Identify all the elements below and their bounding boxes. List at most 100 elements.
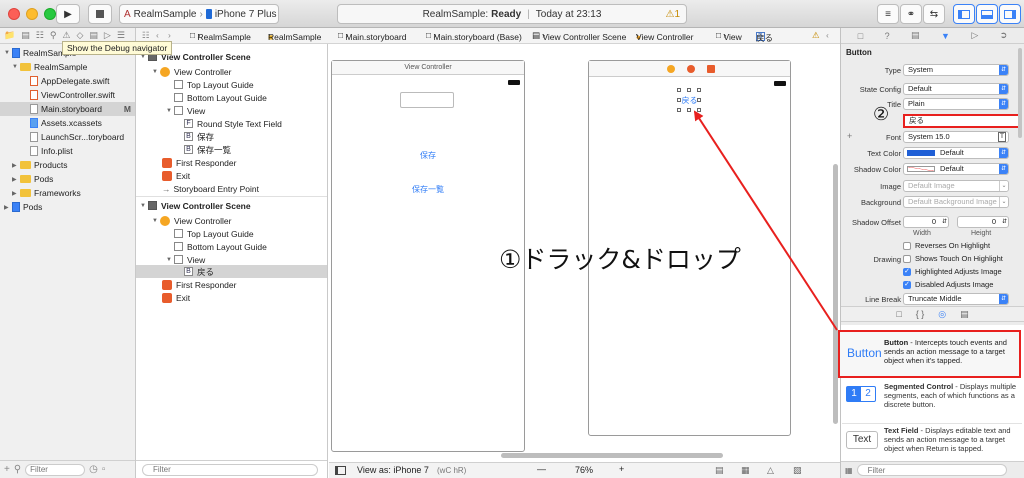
reverses-on-highlight-checkbox[interactable]: Reverses On Highlight (903, 241, 990, 250)
file-template-icon[interactable]: □ (896, 309, 901, 319)
scheme-selector[interactable]: A RealmSample › iPhone 7 Plus (119, 4, 279, 24)
code-snippet-icon[interactable]: { } (916, 309, 925, 319)
background-image-field[interactable]: Default Background Image ⌄ (903, 196, 1009, 208)
view-as-label[interactable]: View as: iPhone 7 (357, 465, 429, 475)
nav-item-infoplist[interactable]: Info.plist (0, 144, 135, 158)
outline-button-back[interactable]: B 戻る (136, 265, 327, 278)
nav-item-group-realmsample[interactable]: ▼ RealmSample (0, 60, 135, 74)
identity-inspector-icon[interactable]: ▤ (911, 30, 920, 41)
stepper-icon[interactable]: ⇵ (942, 217, 947, 227)
issue-nav-icon[interactable]: ⚠ (62, 30, 70, 41)
version-editor-button[interactable]: ⇆ (923, 4, 945, 24)
font-picker-icon[interactable]: T (998, 132, 1006, 142)
grid-view-icon[interactable]: ▦ (845, 466, 853, 475)
file-inspector-icon[interactable]: □ (858, 31, 863, 41)
outline-textfield[interactable]: F Round Style Text Field (184, 117, 282, 130)
nav-item-products[interactable]: ▶ Products (0, 158, 135, 172)
back-button[interactable]: 戻る (681, 95, 698, 106)
breadcrumb-base[interactable]: □ Main.storyboard (Base) › (426, 30, 522, 42)
outline-bottom-guide-2[interactable]: Bottom Layout Guide (174, 240, 267, 253)
outline-first-responder-2[interactable]: First Responder (162, 278, 236, 291)
toggle-utilities-button[interactable] (999, 4, 1021, 24)
interface-builder-canvas[interactable]: View Controller 保存 保存一覧 戻る ①ドラック&ドロップ (329, 44, 840, 464)
pin-icon[interactable]: ▦ (741, 465, 750, 476)
library-item-button[interactable]: Button Button - Intercepts touch events … (838, 330, 1021, 378)
nav-item-pods-group[interactable]: ▶ Pods (0, 172, 135, 186)
nav-item-viewcontroller[interactable]: ViewController.swift (0, 88, 135, 102)
connections-inspector-icon[interactable]: ➲ (1000, 30, 1008, 41)
image-field[interactable]: Default Image ⌄ (903, 180, 1009, 192)
outline-viewcontroller-2[interactable]: ▼ View Controller (152, 214, 231, 227)
outline-viewcontroller-1[interactable]: ▼ View Controller (152, 65, 231, 78)
align-icon[interactable]: ▤ (715, 465, 724, 476)
round-style-text-field[interactable] (400, 92, 454, 108)
add-icon[interactable]: + (4, 464, 10, 475)
resize-handle[interactable] (687, 88, 691, 92)
exit-dock-icon[interactable] (707, 65, 715, 73)
toggle-navigator-button[interactable] (953, 4, 975, 24)
title-popup[interactable]: Plain ⇵ (903, 98, 1009, 110)
outline-bottom-guide-1[interactable]: Bottom Layout Guide (174, 91, 267, 104)
library-item-segmented-control[interactable]: 1 2 Segmented Control - Displays multipl… (842, 380, 1022, 424)
shadow-height-field[interactable]: 0 ⇵ (957, 216, 1009, 228)
nav-item-main-storyboard[interactable]: Main.storyboard M (0, 102, 135, 116)
warning-badge[interactable]: ⚠1 (665, 9, 680, 20)
debug-nav-icon[interactable]: ▤ (89, 30, 98, 41)
nav-item-appdelegate[interactable]: AppDelegate.swift (0, 74, 135, 88)
resize-icon[interactable]: ▧ (793, 465, 802, 476)
media-library-icon[interactable]: ▤ (960, 309, 969, 320)
back-button-selection[interactable]: 戻る (677, 88, 702, 113)
resize-handle[interactable] (677, 88, 681, 92)
nav-item-pods-project[interactable]: ▶ Pods (0, 200, 135, 214)
related-items-icon[interactable]: ☷ (142, 30, 150, 41)
outline-button-save[interactable]: B 保存 (184, 130, 214, 143)
shadow-width-field[interactable]: 0 ⇵ (903, 216, 949, 228)
outline-filter-input[interactable] (142, 463, 318, 476)
resize-handle[interactable] (687, 108, 691, 112)
size-inspector-icon[interactable]: ▷ (971, 30, 978, 41)
run-button[interactable]: ▶ (56, 4, 80, 24)
state-config-popup[interactable]: Default ⇵ (903, 83, 1009, 95)
breadcrumb-project[interactable]: □ RealmSample › (190, 30, 251, 42)
breakpoint-nav-icon[interactable]: ▷ (104, 30, 111, 41)
breadcrumb-viewcontroller[interactable]: ● View Controller › (636, 30, 693, 42)
breadcrumb-scene[interactable]: ▤ View Controller Scene › (532, 30, 626, 42)
stepper-icon[interactable]: ⇵ (1002, 217, 1007, 227)
outline-entry-point[interactable]: → Storyboard Entry Point (162, 182, 259, 195)
shadow-color-popup[interactable]: Default ⇵ (903, 163, 1009, 175)
outline-scene-2[interactable]: ▼ View Controller Scene (140, 199, 251, 212)
chevron-left-icon[interactable]: ‹ (826, 30, 829, 40)
stop-button[interactable] (88, 4, 112, 24)
object-library-icon[interactable]: ◎ (938, 309, 946, 320)
breadcrumb-view[interactable]: □ View › (716, 30, 742, 42)
outline-toggle-icon[interactable] (335, 466, 346, 475)
attributes-inspector-icon[interactable]: ▼ (941, 31, 950, 41)
resize-handle[interactable] (697, 88, 701, 92)
warning-icon[interactable]: ⚠ (812, 30, 820, 41)
text-color-popup[interactable]: Default ⇵ (903, 147, 1009, 159)
minimize-window-button[interactable] (26, 8, 38, 20)
save-button[interactable]: 保存 (332, 150, 524, 161)
font-field[interactable]: System 15.0 T (903, 131, 1009, 143)
breadcrumb-group[interactable]: ■ RealmSample › (268, 30, 321, 42)
source-control-icon[interactable]: ▤ (21, 30, 30, 41)
report-nav-icon[interactable]: ☰ (117, 30, 125, 41)
line-break-popup[interactable]: Truncate Middle ⇵ (903, 293, 1009, 305)
nav-item-launchscreen[interactable]: LaunchScr...toryboard (0, 130, 135, 144)
assistant-editor-button[interactable]: ⚭ (900, 4, 922, 24)
help-inspector-icon[interactable]: ? (885, 31, 890, 41)
outline-top-guide-1[interactable]: Top Layout Guide (174, 78, 254, 91)
outline-exit-1[interactable]: Exit (162, 169, 190, 182)
close-window-button[interactable] (8, 8, 20, 20)
outline-button-list[interactable]: B 保存一覧 (184, 143, 231, 156)
first-responder-dock-icon[interactable] (687, 65, 695, 73)
nav-item-frameworks[interactable]: ▶ Frameworks (0, 186, 135, 200)
symbol-nav-icon[interactable]: ☷ (36, 30, 44, 41)
navigator-filter-input[interactable] (25, 463, 86, 476)
forward-icon[interactable]: › (168, 30, 171, 40)
outline-first-responder-1[interactable]: First Responder (162, 156, 236, 169)
test-nav-icon[interactable]: ◇ (76, 30, 83, 41)
outline-view-1[interactable]: ▼ View (166, 104, 205, 117)
resize-handle[interactable] (677, 108, 681, 112)
nav-item-assets[interactable]: Assets.xcassets (0, 116, 135, 130)
